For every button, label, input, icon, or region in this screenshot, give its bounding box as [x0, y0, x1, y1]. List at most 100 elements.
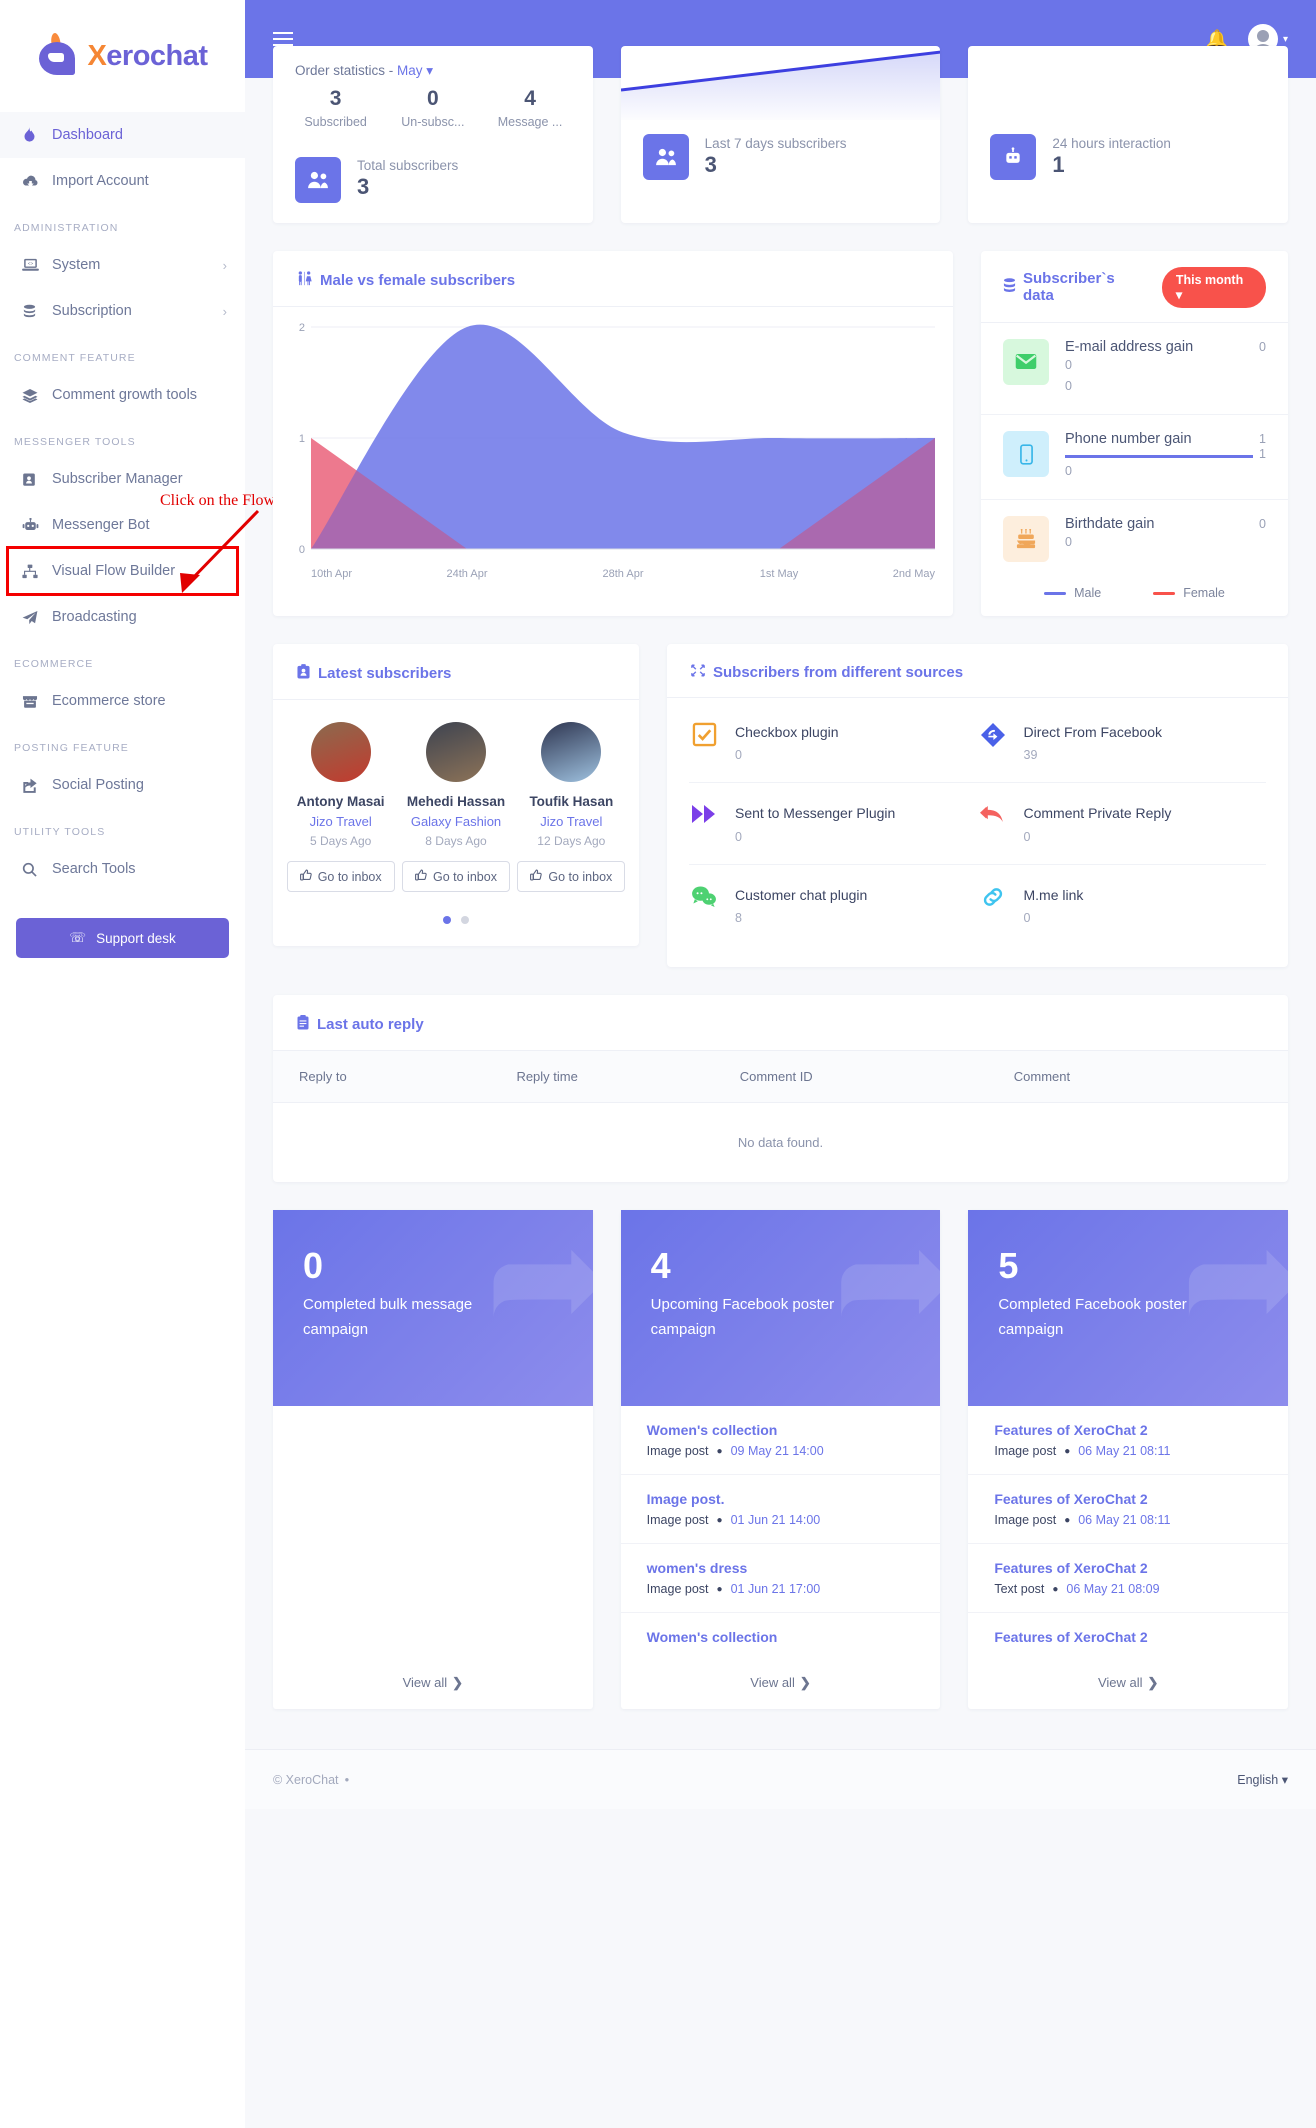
stat-value: 3 — [704, 151, 717, 177]
hamburger-icon[interactable] — [273, 32, 293, 46]
checkbox-icon — [689, 722, 719, 747]
gain-body: Phone number gain 1 1 0 — [1065, 431, 1266, 483]
svg-text:1: 1 — [299, 433, 305, 445]
campaign-item-title[interactable]: Image post. — [647, 1491, 915, 1507]
carousel-dot-2[interactable] — [461, 916, 469, 925]
stat-label: 24 hours interaction — [1052, 135, 1171, 151]
latest-subscribers-grid: Antony Masai Jizo Travel 5 Days Ago Go to i… — [273, 700, 639, 900]
campaign-item: Features of XeroChat 2 Image post ● 06 May … — [968, 1406, 1289, 1476]
view-all-button[interactable]: View all ❯ — [621, 1661, 941, 1709]
campaign-list: Women's collection Image post ● 09 May 21 1… — [620, 1406, 941, 1661]
sidebar-item-broadcasting[interactable]: Broadcasting — [0, 594, 245, 640]
subscriber-page[interactable]: Galaxy Fashion — [398, 814, 513, 829]
sidebar-section-label: ADMINISTRATION — [14, 222, 119, 234]
campaign-item: Features of XeroChat 2 Text post ● 06 May 2… — [968, 1544, 1289, 1614]
subscriber-name: Mehedi Hassan — [406, 794, 506, 810]
campaign-count: 0 — [303, 1245, 324, 1287]
subscriber-item: Toufik Hasan Jizo Travel 12 Days Ago Go to … — [514, 722, 629, 893]
post-date: 01 Jun 21 14:00 — [730, 1513, 821, 1528]
legend-item-male: Male — [1044, 586, 1101, 600]
go-to-inbox-button[interactable]: Go to inbox — [286, 861, 395, 893]
sidebar-item-social-posting[interactable]: Social Posting — [0, 762, 245, 808]
id-card-icon — [22, 472, 52, 487]
order-month-caret-icon[interactable]: ▾ — [426, 63, 433, 78]
metric-unsubscribed: 0 Un-subsc... — [384, 83, 481, 129]
bullet-icon: ● — [1064, 1445, 1071, 1457]
forward-icon — [689, 803, 719, 825]
sidebar-item-search-tools[interactable]: Search Tools — [0, 846, 245, 892]
sidebar-item-ecommerce-store[interactable]: Ecommerce store — [0, 678, 245, 724]
campaign-card: ➦ 0 Completed bulk message campaign View al… — [273, 1210, 593, 1710]
post-type: Image post — [646, 1444, 709, 1459]
language-label: English — [1237, 1773, 1279, 1788]
campaign-header: ➦ 4 Upcoming Facebook poster campaign — [620, 1210, 941, 1407]
metric-value: 3 — [329, 87, 342, 110]
go-to-inbox-button[interactable]: Go to inbox — [517, 861, 626, 893]
campaign-item-title[interactable]: Features of XeroChat 2 — [994, 1491, 1262, 1507]
sidebar-item-label: Social Posting — [52, 777, 144, 793]
gain-row: E-mail address gain 0 0 0 — [981, 323, 1288, 416]
store-icon — [22, 694, 52, 709]
latest-subscribers-title-text: Latest subscribers — [318, 665, 452, 683]
source-item: Customer chat plugin 8 — [689, 865, 978, 945]
carousel-dot-1[interactable] — [443, 916, 451, 925]
sidebar-item-subscription[interactable]: Subscription › — [0, 288, 245, 334]
sidebar-item-messenger-bot[interactable]: Messenger Bot — [0, 502, 245, 548]
this-month-filter-button[interactable]: This month ▾ — [1161, 266, 1266, 308]
chat-bubbles-icon — [689, 885, 719, 907]
sitemap-icon — [22, 564, 52, 579]
campaign-item-title[interactable]: Features of XeroChat 2 — [994, 1422, 1262, 1438]
sidebar-item-system[interactable]: <> System › — [0, 242, 245, 288]
order-statistics-header: Order statistics - May ▾ — [273, 46, 593, 83]
chevron-right-icon: › — [222, 303, 227, 319]
campaign-item: Features of XeroChat 2 Image post ● 06 May … — [968, 1475, 1289, 1545]
source-item: Checkbox plugin 0 — [689, 702, 978, 784]
sidebar-item-import-account[interactable]: Import Account — [0, 158, 245, 204]
sidebar-item-comment-growth-tools[interactable]: Comment growth tools — [0, 372, 245, 418]
source-value: 0 — [1023, 911, 1031, 926]
sidebar-item-label: Visual Flow Builder — [52, 563, 176, 579]
view-all-button[interactable]: View all ❯ — [273, 1661, 593, 1709]
campaign-item-title[interactable]: Features of XeroChat 2 — [994, 1560, 1262, 1576]
language-selector[interactable]: English ▾ — [1237, 1772, 1288, 1787]
subscriber-page[interactable]: Jizo Travel — [283, 814, 398, 829]
source-body: Sent to Messenger Plugin 0 — [735, 803, 966, 843]
campaign-header: ➦ 5 Completed Facebook poster campaign — [968, 1210, 1289, 1407]
chart-and-subscriberdata-row: Male vs female subscribers 0 1 2 10th Apr 2… — [273, 250, 1288, 617]
users-icon — [295, 156, 341, 203]
sidebar-item-subscriber-manager[interactable]: Subscriber Manager — [0, 456, 245, 502]
gain-right-top: 0 — [1259, 517, 1266, 532]
campaign-item-title[interactable]: Features of XeroChat 2 — [994, 1629, 1262, 1645]
24-hours-interaction-card: 24 hours interaction 1 — [968, 46, 1289, 223]
subscriber-time: 5 Days Ago — [309, 834, 372, 849]
sidebar-item-label: Ecommerce store — [52, 693, 166, 709]
svg-text:2nd May: 2nd May — [893, 568, 936, 580]
stat-value: 1 — [1052, 151, 1065, 177]
sidebar-item-label: Broadcasting — [52, 609, 137, 625]
source-body: M.me link 0 — [1024, 885, 1255, 925]
campaign-item-title[interactable]: women's dress — [647, 1560, 915, 1576]
campaign-item-title[interactable]: Women's collection — [647, 1422, 915, 1438]
go-to-inbox-button[interactable]: Go to inbox — [402, 861, 510, 893]
auto-reply-table: Reply to Reply time Comment ID Comment N… — [273, 1050, 1288, 1182]
view-all-button[interactable]: View all ❯ — [968, 1661, 1288, 1709]
post-type: Image post — [646, 1582, 709, 1597]
birthday-cake-icon — [1003, 516, 1049, 563]
subscriber-page[interactable]: Jizo Travel — [514, 814, 629, 829]
avatar — [541, 722, 602, 783]
gain-sub2: 0 — [1065, 379, 1072, 394]
id-badge-icon — [297, 664, 310, 683]
sidebar-item-visual-flow-builder[interactable]: Visual Flow Builder — [6, 546, 239, 596]
brand-logo-area[interactable]: Xerochat — [0, 0, 245, 112]
subscriber-item: Mehedi Hassan Galaxy Fashion 8 Days Ago Go … — [398, 722, 513, 893]
direct-arrow-icon — [978, 722, 1008, 748]
source-body: Checkbox plugin 0 — [735, 722, 966, 762]
sidebar-item-label: Messenger Bot — [52, 517, 150, 533]
order-month-selector[interactable]: May — [397, 63, 423, 78]
sidebar-item-dashboard[interactable]: Dashboard — [0, 112, 245, 158]
campaign-item-title[interactable]: Women's collection — [647, 1629, 915, 1645]
metric-message: 4 Message ... — [481, 83, 578, 129]
robot-interaction-icon — [990, 134, 1037, 180]
gain-sub1: 0 — [1065, 464, 1072, 479]
support-desk-button[interactable]: ☏ Support desk — [16, 918, 229, 958]
